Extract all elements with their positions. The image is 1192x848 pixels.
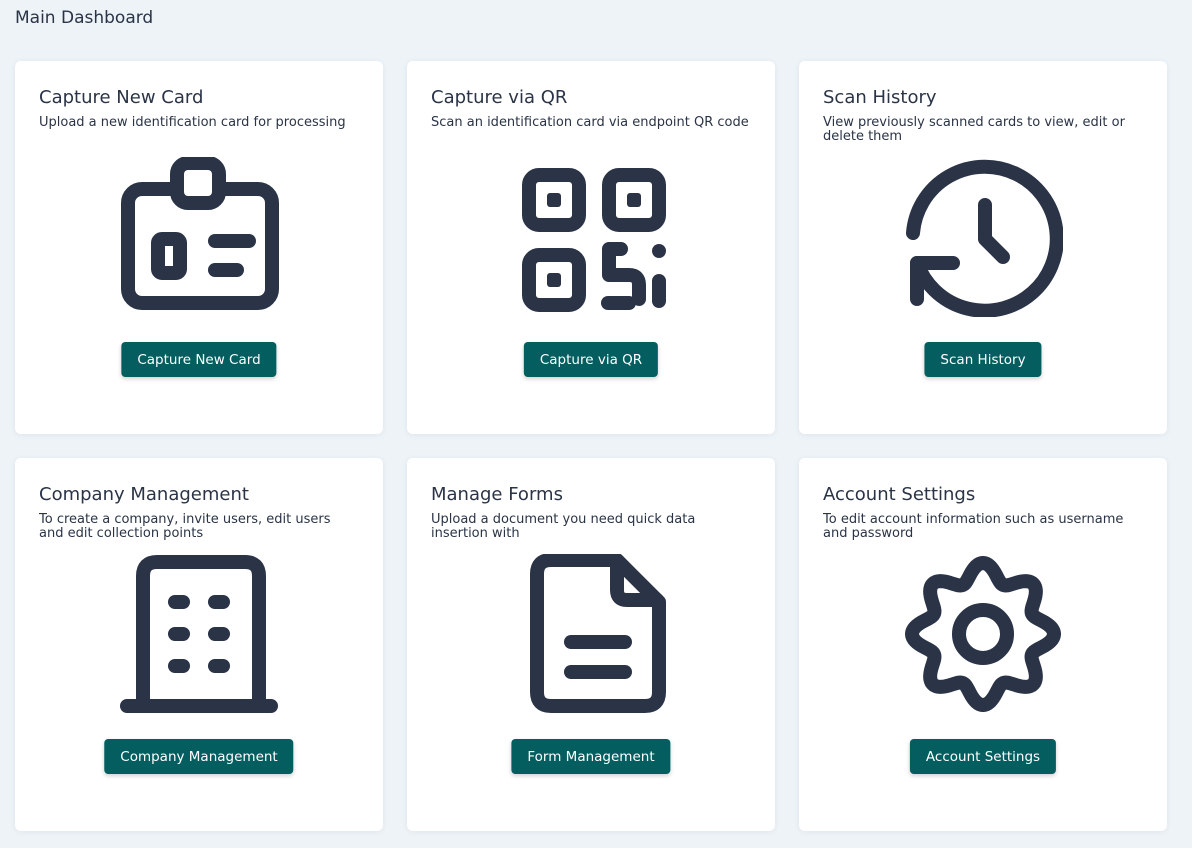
id-card-icon <box>119 157 279 317</box>
scan-history-button[interactable]: Scan History <box>924 342 1042 377</box>
qr-code-icon <box>511 157 671 317</box>
card-description: Scan an identification card via endpoint… <box>431 115 749 130</box>
card-title: Account Settings <box>823 484 976 505</box>
card-title: Capture New Card <box>39 87 204 108</box>
building-icon <box>119 554 279 714</box>
capture-via-qr-button[interactable]: Capture via QR <box>523 342 659 377</box>
card-capture-via-qr: Capture via QR Scan an identification ca… <box>407 61 775 434</box>
card-title: Scan History <box>823 87 937 108</box>
card-scan-history: Scan History View previously scanned car… <box>799 61 1167 434</box>
document-icon <box>511 554 671 714</box>
capture-new-card-button[interactable]: Capture New Card <box>121 342 277 377</box>
card-account-settings: Account Settings To edit account informa… <box>799 458 1167 831</box>
gear-icon <box>903 554 1063 714</box>
history-icon <box>903 157 1063 317</box>
company-management-button[interactable]: Company Management <box>104 739 294 774</box>
page-title: Main Dashboard <box>15 8 154 28</box>
card-description: View previously scanned cards to view, e… <box>823 115 1125 144</box>
card-title: Capture via QR <box>431 87 568 108</box>
card-company-management: Company Management To create a company, … <box>15 458 383 831</box>
card-title: Manage Forms <box>431 484 563 505</box>
card-description: To edit account information such as user… <box>823 512 1124 541</box>
card-description: Upload a document you need quick data in… <box>431 512 696 541</box>
card-description: To create a company, invite users, edit … <box>39 512 331 541</box>
card-manage-forms: Manage Forms Upload a document you need … <box>407 458 775 831</box>
form-management-button[interactable]: Form Management <box>511 739 671 774</box>
card-description: Upload a new identification card for pro… <box>39 115 346 130</box>
account-settings-button[interactable]: Account Settings <box>909 739 1057 774</box>
card-capture-new-card: Capture New Card Upload a new identifica… <box>15 61 383 434</box>
card-title: Company Management <box>39 484 249 505</box>
